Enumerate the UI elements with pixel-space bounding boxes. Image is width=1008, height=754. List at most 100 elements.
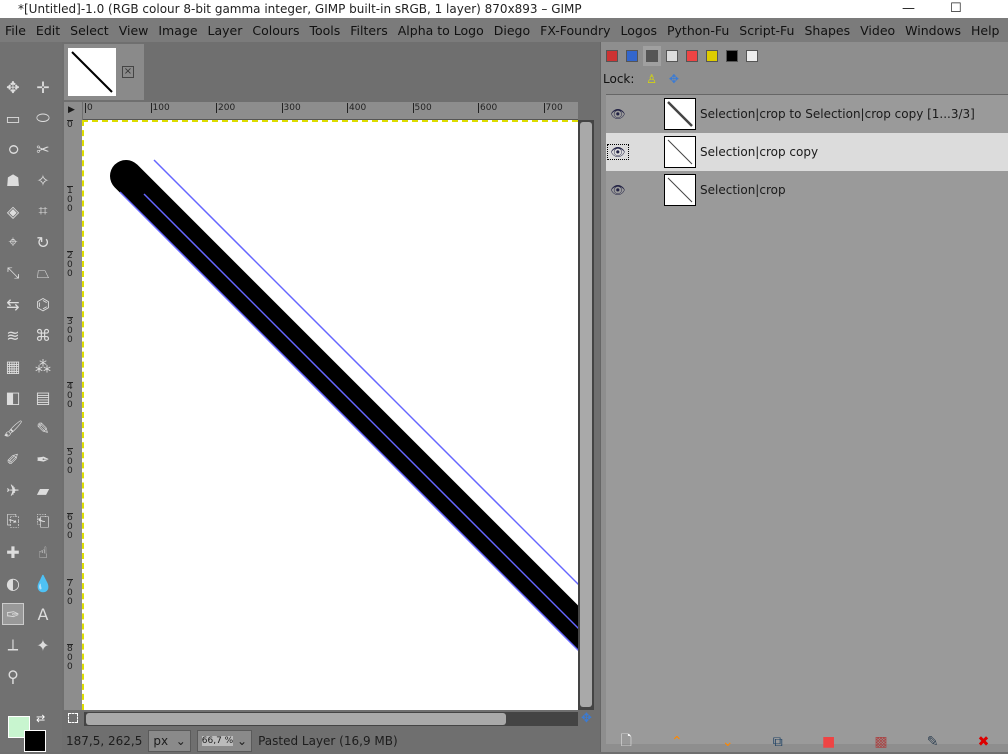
lower-path-button[interactable]: ⌄ bbox=[722, 734, 734, 750]
quick-mask-toggle[interactable]: ▶ bbox=[64, 102, 82, 120]
raise-path-button[interactable]: ⌃ bbox=[671, 734, 683, 750]
menu-edit[interactable]: Edit bbox=[31, 23, 65, 38]
tab-channels[interactable] bbox=[623, 46, 641, 66]
path-row[interactable]: 👁 Selection|crop copy bbox=[606, 133, 1008, 171]
lock-position-icon[interactable]: ✥ bbox=[669, 72, 679, 86]
path-name[interactable]: Selection|crop to Selection|crop copy [1… bbox=[700, 107, 975, 121]
image-tab[interactable]: × bbox=[64, 44, 144, 100]
tab-pointer[interactable] bbox=[743, 46, 761, 66]
flip-tool-icon[interactable]: ⇆ bbox=[2, 293, 24, 315]
alignment-tool-icon[interactable]: ✛ bbox=[32, 76, 54, 98]
mypaint-brush-tool-icon[interactable]: ✦ bbox=[32, 634, 54, 656]
menu-shapes[interactable]: Shapes bbox=[799, 23, 855, 38]
text-tool-icon[interactable]: A bbox=[32, 603, 54, 625]
path-to-selection-button[interactable]: ■ bbox=[822, 734, 835, 750]
cage-tool-icon[interactable]: ⌬ bbox=[32, 293, 54, 315]
smudge-tool-icon[interactable]: ☝ bbox=[32, 541, 54, 563]
measure-tool-icon[interactable]: ⟂ bbox=[2, 634, 24, 656]
selection-toggle-icon[interactable] bbox=[68, 713, 78, 723]
image-canvas[interactable] bbox=[82, 120, 578, 710]
menu-windows[interactable]: Windows bbox=[900, 23, 966, 38]
nodes-tool-icon[interactable]: ⁂ bbox=[32, 355, 54, 377]
rotate-tool-icon[interactable]: ↻ bbox=[32, 231, 54, 253]
heal-tool-icon[interactable]: ✚ bbox=[2, 541, 24, 563]
color-select-tool-icon[interactable]: ◈ bbox=[2, 200, 24, 222]
blur-tool-icon[interactable]: 💧 bbox=[32, 572, 54, 594]
menu-python-fu[interactable]: Python-Fu bbox=[662, 23, 734, 38]
swap-colors-icon[interactable]: ⇄ bbox=[36, 712, 45, 725]
paths-tool-icon[interactable]: ✑ bbox=[2, 603, 24, 625]
close-tab-icon[interactable]: × bbox=[122, 66, 134, 78]
warp-tool-icon[interactable]: ≋ bbox=[2, 324, 24, 346]
tab-paths[interactable] bbox=[643, 46, 661, 66]
menu-colours[interactable]: Colours bbox=[247, 23, 304, 38]
menu-help[interactable]: Help bbox=[966, 23, 1005, 38]
background-color[interactable] bbox=[24, 730, 46, 752]
new-path-button[interactable]: 🗋 bbox=[621, 730, 632, 754]
selection-to-path-button[interactable]: ▩ bbox=[874, 734, 887, 750]
menu-alpha-to-logo[interactable]: Alpha to Logo bbox=[393, 23, 489, 38]
menu-select[interactable]: Select bbox=[65, 23, 114, 38]
ellipse-select-tool-icon[interactable]: ⬭ bbox=[32, 107, 54, 129]
menu-diego[interactable]: Diego bbox=[489, 23, 535, 38]
visibility-eye-icon[interactable]: 👁 bbox=[608, 183, 628, 197]
stroke-path-button[interactable]: ✎ bbox=[927, 734, 939, 750]
duplicate-path-button[interactable]: ⧉ bbox=[773, 734, 783, 750]
tab-undo[interactable] bbox=[703, 46, 721, 66]
menu-file[interactable]: File bbox=[0, 23, 31, 38]
rect-select-tool-icon[interactable]: ▭ bbox=[2, 107, 24, 129]
horizontal-scrollbar[interactable] bbox=[84, 712, 578, 726]
tab-undo-history[interactable] bbox=[663, 46, 681, 66]
perspective-clone-tool-icon[interactable]: ⎗ bbox=[32, 510, 54, 532]
zoom-tool-icon[interactable]: ⚲ bbox=[2, 665, 24, 687]
handle-transform-tool-icon[interactable]: ⌘ bbox=[32, 324, 54, 346]
gradient-tool-icon[interactable]: ▤ bbox=[32, 386, 54, 408]
scale-tool-icon[interactable]: ⤡ bbox=[2, 262, 24, 284]
menu-video[interactable]: Video bbox=[855, 23, 900, 38]
visibility-eye-icon[interactable]: 👁 bbox=[607, 144, 629, 160]
lock-strokes-icon[interactable]: ♙ bbox=[646, 72, 657, 86]
unit-select[interactable]: px ⌄ bbox=[148, 730, 191, 752]
path-row[interactable]: 👁 Selection|crop bbox=[606, 171, 1008, 209]
visibility-eye-icon[interactable]: 👁 bbox=[608, 107, 628, 121]
navigate-icon[interactable]: ✥ bbox=[581, 711, 592, 726]
menu-view[interactable]: View bbox=[114, 23, 154, 38]
menu-layer[interactable]: Layer bbox=[203, 23, 248, 38]
tab-layers[interactable] bbox=[603, 46, 621, 66]
delete-path-button[interactable]: ✖ bbox=[978, 734, 990, 750]
path-name[interactable]: Selection|crop bbox=[700, 183, 786, 197]
clone-tool-icon[interactable]: ⎘ bbox=[2, 510, 24, 532]
bucket-fill-tool-icon[interactable]: ◧ bbox=[2, 386, 24, 408]
fuzzy-select-tool-icon[interactable]: ✧ bbox=[32, 169, 54, 191]
scissors-select-tool-icon[interactable]: ✂ bbox=[32, 138, 54, 160]
paintbrush-tool-icon[interactable]: 🖌 bbox=[2, 417, 24, 439]
tab-brushes[interactable] bbox=[723, 46, 741, 66]
ink-tool-icon[interactable]: ✒ bbox=[32, 448, 54, 470]
maximize-button[interactable]: ☐ bbox=[950, 1, 962, 17]
path-row[interactable]: 👁 Selection|crop to Selection|crop copy [… bbox=[606, 95, 1008, 133]
perspective-tool-icon[interactable]: ⏢ bbox=[32, 262, 54, 284]
free-select-tool-icon[interactable]: ഠ bbox=[2, 138, 24, 160]
move-tool-icon[interactable]: ✥ bbox=[2, 76, 24, 98]
dodge-burn-tool-icon[interactable]: ◐ bbox=[2, 572, 24, 594]
foreground-select-tool-icon[interactable]: ☗ bbox=[2, 169, 24, 191]
menu-tools[interactable]: Tools bbox=[304, 23, 345, 38]
minimize-button[interactable]: — bbox=[902, 1, 915, 17]
vertical-scrollbar[interactable] bbox=[578, 120, 594, 710]
path-thumbnail bbox=[664, 174, 696, 206]
menu-script-fu[interactable]: Script-Fu bbox=[734, 23, 799, 38]
unified-transform-tool-icon[interactable]: ⌖ bbox=[2, 231, 24, 253]
menu-image[interactable]: Image bbox=[153, 23, 202, 38]
menu-logos[interactable]: Logos bbox=[616, 23, 663, 38]
zoom-select[interactable]: 66,7 % ⌄ bbox=[196, 730, 253, 752]
menu-fx-foundry[interactable]: FX-Foundry bbox=[535, 23, 615, 38]
gegl-tool-icon[interactable]: ▦ bbox=[2, 355, 24, 377]
pencil-tool-icon[interactable]: ✎ bbox=[32, 417, 54, 439]
tab-colormap[interactable] bbox=[683, 46, 701, 66]
airbrush-tool-icon[interactable]: ✈ bbox=[2, 479, 24, 501]
eraser-tool-icon[interactable]: ▰ bbox=[32, 479, 54, 501]
path-name[interactable]: Selection|crop copy bbox=[700, 145, 818, 159]
crop-tool-icon[interactable]: ⌗ bbox=[32, 200, 54, 222]
menu-filters[interactable]: Filters bbox=[345, 23, 392, 38]
color-picker-tool-icon[interactable]: ✐ bbox=[2, 448, 24, 470]
